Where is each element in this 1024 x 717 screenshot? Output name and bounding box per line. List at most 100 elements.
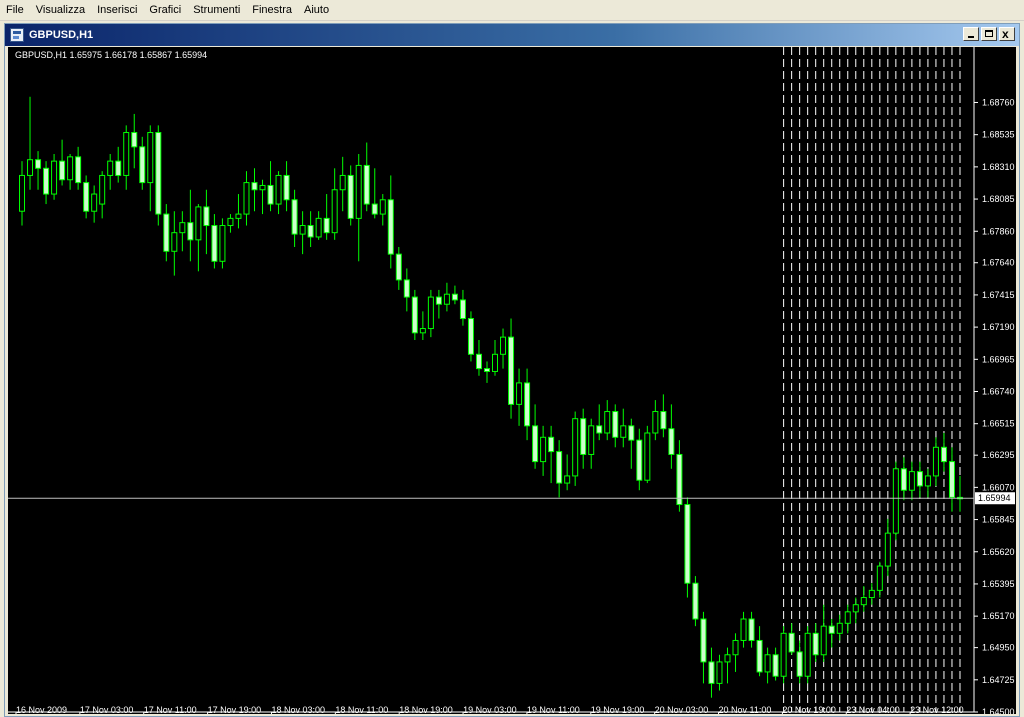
candle-body [916,471,923,487]
minimize-icon [968,36,974,38]
candle-body [828,625,835,634]
candle-body [748,618,755,641]
menu-grafici[interactable]: Grafici [143,1,187,20]
candle-body [772,654,779,677]
candle-body [756,639,763,673]
candle-body [459,299,466,320]
menu-visualizza[interactable]: Visualizza [30,1,91,20]
candle-body [107,160,114,176]
candle-body [924,475,931,487]
menu-file[interactable]: File [0,1,30,20]
candle-body [708,661,715,684]
chart-area[interactable]: 1.68760 1.68535 1.68310 1.68085 1.67860 1.676… [8,47,1016,714]
y-tick-label: 1.65170 [982,611,1015,621]
x-tick-label: 17 Nov 03:00 [80,705,134,714]
candle-body [804,632,811,677]
candle-body [299,225,306,235]
candle-body [403,279,410,298]
candle-body [355,164,362,219]
candle-body [251,182,258,191]
candle-body [235,213,242,219]
close-button[interactable]: x [999,27,1015,41]
candle-body [179,222,186,234]
candle-body [219,225,226,262]
x-tick-label: 17 Nov 11:00 [144,705,197,714]
candle-body [540,436,547,463]
x-tick-label: 18 Nov 11:00 [335,705,388,714]
candle-body [740,618,747,641]
window-titlebar[interactable]: GBPUSD,H1 x [5,24,1019,46]
candle-body [620,425,627,438]
candle-body [115,160,122,176]
candle-body [435,296,442,305]
maximize-icon [985,30,993,37]
y-tick-label: 1.66070 [982,482,1015,492]
candle-body [884,532,891,567]
candle-body [91,193,98,212]
candle-body [123,132,130,176]
y-tick-label: 1.68085 [982,194,1015,204]
candle-body [379,199,386,215]
candle-body [427,296,434,330]
y-tick-label: 1.64725 [982,675,1015,685]
candle-body [732,639,739,656]
candle-body [892,468,899,534]
candle-body [524,382,531,427]
y-tick-label: 1.66515 [982,419,1015,429]
candle-body [788,632,795,653]
y-tick-label: 1.65845 [982,515,1015,525]
menu-aiuto[interactable]: Aiuto [298,1,335,20]
candle-body [700,618,707,663]
y-tick-label: 1.66295 [982,450,1015,460]
menu-finestra[interactable]: Finestra [246,1,298,20]
candle-body [532,425,539,463]
candle-body [323,217,330,234]
menu-inserisci[interactable]: Inserisci [91,1,143,20]
candle-body [51,160,58,195]
candle-body [187,222,194,241]
y-tick-label: 1.68535 [982,130,1015,140]
maximize-button[interactable] [981,27,997,41]
candle-body [668,428,675,455]
candle-body [195,206,202,241]
candle-body [636,439,643,481]
candle-body [676,453,683,506]
candle-body [267,184,274,205]
candle-body [483,368,490,372]
candle-body [628,425,635,441]
current-price-label: 1.65994 [978,493,1011,503]
menu-strumenti[interactable]: Strumenti [187,1,246,20]
x-tick-label: 19 Nov 03:00 [463,705,517,714]
menu-bar: File Visualizza Inserisci Grafici Strumenti F… [0,0,1024,21]
candle-body [900,468,907,491]
candle-body [27,159,34,176]
candle-body [139,146,146,184]
candle-body [363,164,370,205]
candle-body [419,328,426,334]
x-tick-label: 18 Nov 19:00 [399,705,453,714]
minimize-button[interactable] [963,27,979,41]
candle-body [836,622,843,634]
candle-body [564,475,571,484]
candle-body [660,411,667,430]
candle-body [844,611,851,624]
candle-body [548,436,555,453]
candle-body [155,132,162,215]
y-tick-label: 1.65395 [982,579,1015,589]
candle-body [500,336,507,355]
candle-body [596,425,603,434]
chart-window-icon[interactable] [10,28,24,42]
candle-body [171,232,178,252]
y-tick-label: 1.67860 [982,226,1015,236]
y-tick-label: 1.64500 [982,707,1015,714]
candle-body [395,253,402,281]
candle-body [387,199,394,255]
candle-body [908,471,915,491]
x-tick-label: 17 Nov 19:00 [208,705,262,714]
candle-body [764,654,771,673]
price-chart[interactable]: 1.68760 1.68535 1.68310 1.68085 1.67860 1.676… [8,47,1016,714]
candle-body [307,225,314,238]
candle-body [940,446,947,463]
candle-body [259,184,266,191]
candle-body [492,353,499,372]
